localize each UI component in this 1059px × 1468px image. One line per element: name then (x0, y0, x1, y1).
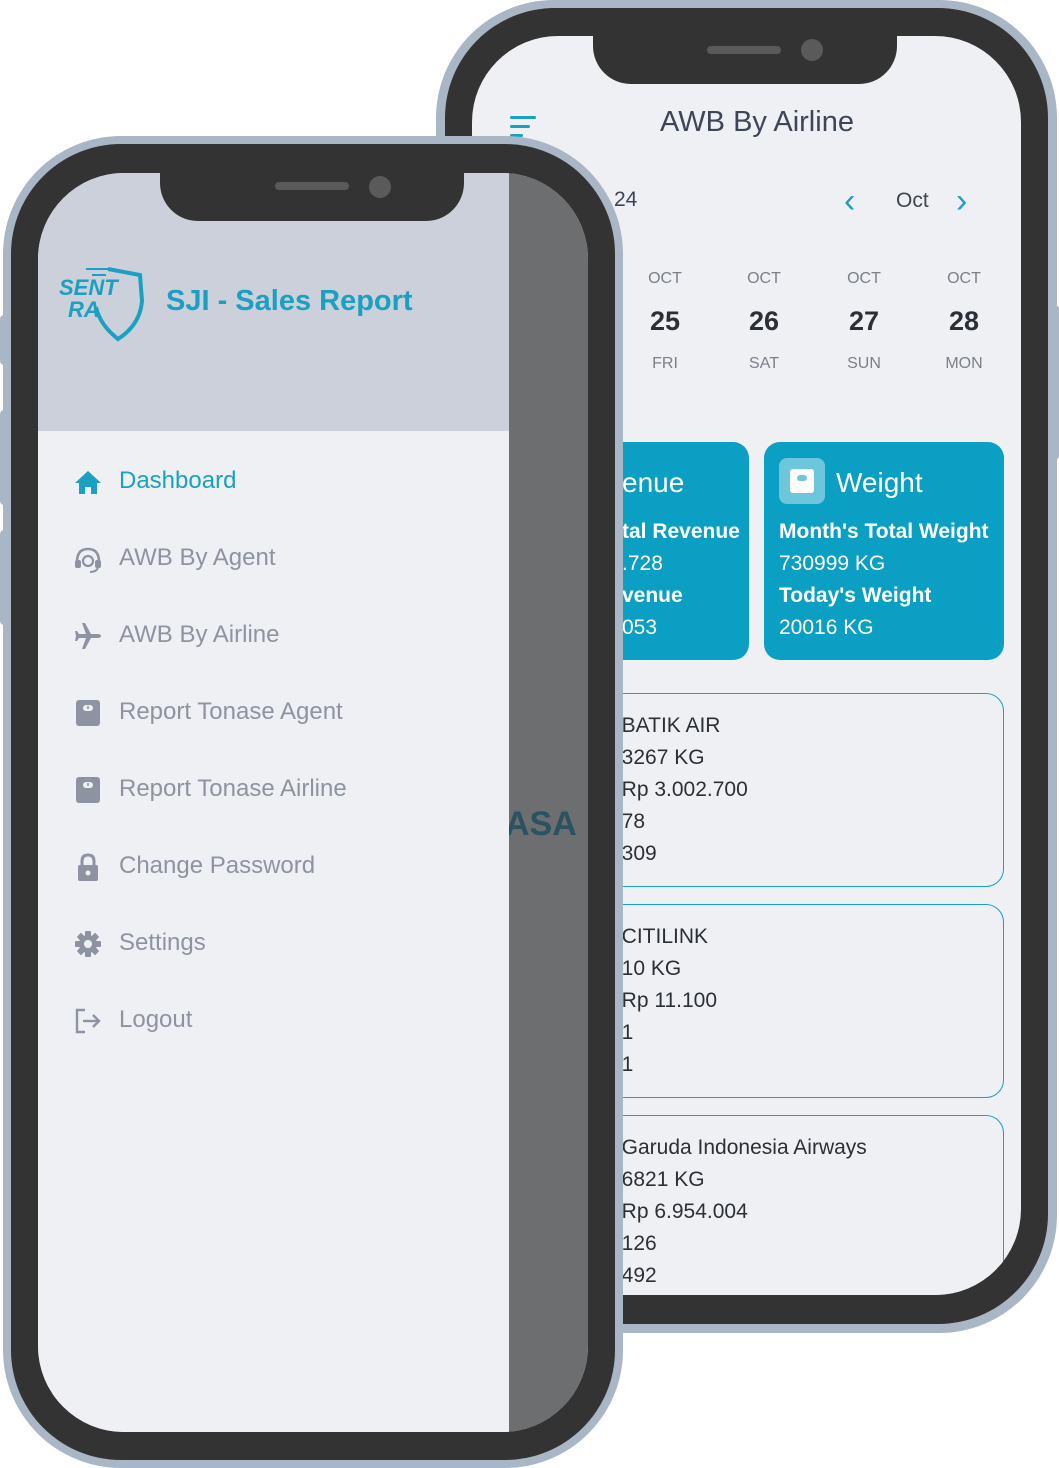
today-weight-label: Today's Weight (779, 584, 932, 607)
home-icon (75, 471, 101, 494)
logo-text-bottom: RA (68, 297, 100, 322)
airline-name: : BATIK AIR (610, 714, 721, 737)
revenue-value: : Rp 3.002.700 (610, 778, 748, 801)
speaker-grille (707, 46, 781, 54)
menu-item-dashboard[interactable]: Dashboard (38, 452, 509, 512)
weight-card: Weight Month's Total Weight 730999 KG To… (764, 442, 1004, 660)
menu-item-label: Dashboard (119, 467, 237, 494)
year-label: 24 (614, 188, 638, 211)
scale-icon (76, 700, 100, 726)
weight-value: : 6821 KG (610, 1168, 705, 1191)
revenue-today-label: venue (622, 584, 683, 607)
menu-item-report-tonase-agent[interactable]: Report Tonase Agent (38, 683, 509, 743)
revenue-value: : Rp 11.100 (610, 989, 718, 1012)
menu-item-awb-by-airline[interactable]: AWB By Airline (38, 606, 509, 666)
date-weekday: FRI (652, 355, 678, 372)
month-label: Oct (896, 189, 929, 212)
menu-item-label: Report Tonase Airline (119, 775, 347, 802)
airline-name: : Garuda Indonesia Airways (610, 1136, 867, 1159)
date-day: 25 (649, 306, 681, 336)
gear-icon (75, 931, 101, 957)
sentra-logo: SENT RA (59, 267, 145, 342)
background-peek-text: ASA (505, 805, 577, 843)
date-item[interactable]: OCT 27 SUN (824, 270, 904, 373)
airline-name: : CITILINK (610, 925, 709, 948)
revenue-today-value: 053 (622, 616, 658, 639)
date-month: OCT (648, 270, 682, 287)
date-day: 28 (948, 306, 980, 336)
front-phone-notch (160, 173, 464, 221)
menu-item-awb-by-agent[interactable]: AWB By Agent (38, 529, 509, 589)
date-item[interactable]: OCT 26 SAT (724, 270, 804, 373)
logout-icon (75, 1008, 101, 1034)
navigation-drawer-screen: ASA SENT RA SJI - Sales Report Dashboard… (38, 173, 588, 1432)
revenue-month-value: .728 (622, 552, 663, 575)
date-month: OCT (947, 270, 981, 287)
revenue-month-label: tal Revenue (622, 520, 740, 543)
app-title: SJI - Sales Report (166, 285, 413, 317)
drawer-scrim[interactable] (509, 173, 588, 1432)
weight-value: : 3267 KG (610, 746, 705, 769)
date-weekday: SUN (847, 355, 881, 372)
today-weight-value: 20016 KG (779, 616, 874, 639)
back-phone-notch (593, 36, 897, 84)
chevron-left-icon[interactable]: ‹ (844, 184, 855, 218)
menu-item-label: AWB By Airline (119, 621, 280, 648)
menu-item-label: Logout (119, 1006, 193, 1033)
date-day: 26 (748, 306, 780, 336)
menu-item-label: Report Tonase Agent (119, 698, 343, 725)
menu-item-change-password[interactable]: Change Password (38, 837, 509, 897)
camera-icon (801, 39, 823, 61)
lock-icon (78, 853, 98, 881)
menu-item-label: Change Password (119, 852, 316, 879)
date-weekday: SAT (749, 355, 779, 372)
date-item[interactable]: OCT 28 MON (924, 270, 1004, 373)
speaker-grille (275, 182, 349, 190)
revenue-card-title: enue (622, 467, 685, 498)
menu-item-logout[interactable]: Logout (38, 991, 509, 1051)
scale-icon (779, 458, 825, 504)
menu-item-label: Settings (119, 929, 206, 956)
agent-icon (75, 547, 101, 573)
plane-icon (75, 623, 101, 649)
scale-icon (76, 777, 100, 803)
page-title: AWB By Airline (660, 106, 854, 138)
month-weight-label: Month's Total Weight (779, 520, 989, 543)
chevron-right-icon[interactable]: › (956, 184, 967, 218)
weight-card-title: Weight (836, 467, 923, 498)
revenue-value: : Rp 6.954.004 (610, 1200, 748, 1223)
date-weekday: MON (945, 355, 983, 372)
date-day: 27 (848, 306, 880, 336)
menu-item-report-tonase-airline[interactable]: Report Tonase Airline (38, 760, 509, 820)
menu-item-label: AWB By Agent (119, 544, 276, 571)
month-weight-value: 730999 KG (779, 552, 886, 575)
date-month: OCT (847, 270, 881, 287)
date-item[interactable]: OCT 25 FRI (625, 270, 705, 373)
date-month: OCT (747, 270, 781, 287)
camera-icon (369, 176, 391, 198)
menu-item-settings[interactable]: Settings (38, 914, 509, 974)
